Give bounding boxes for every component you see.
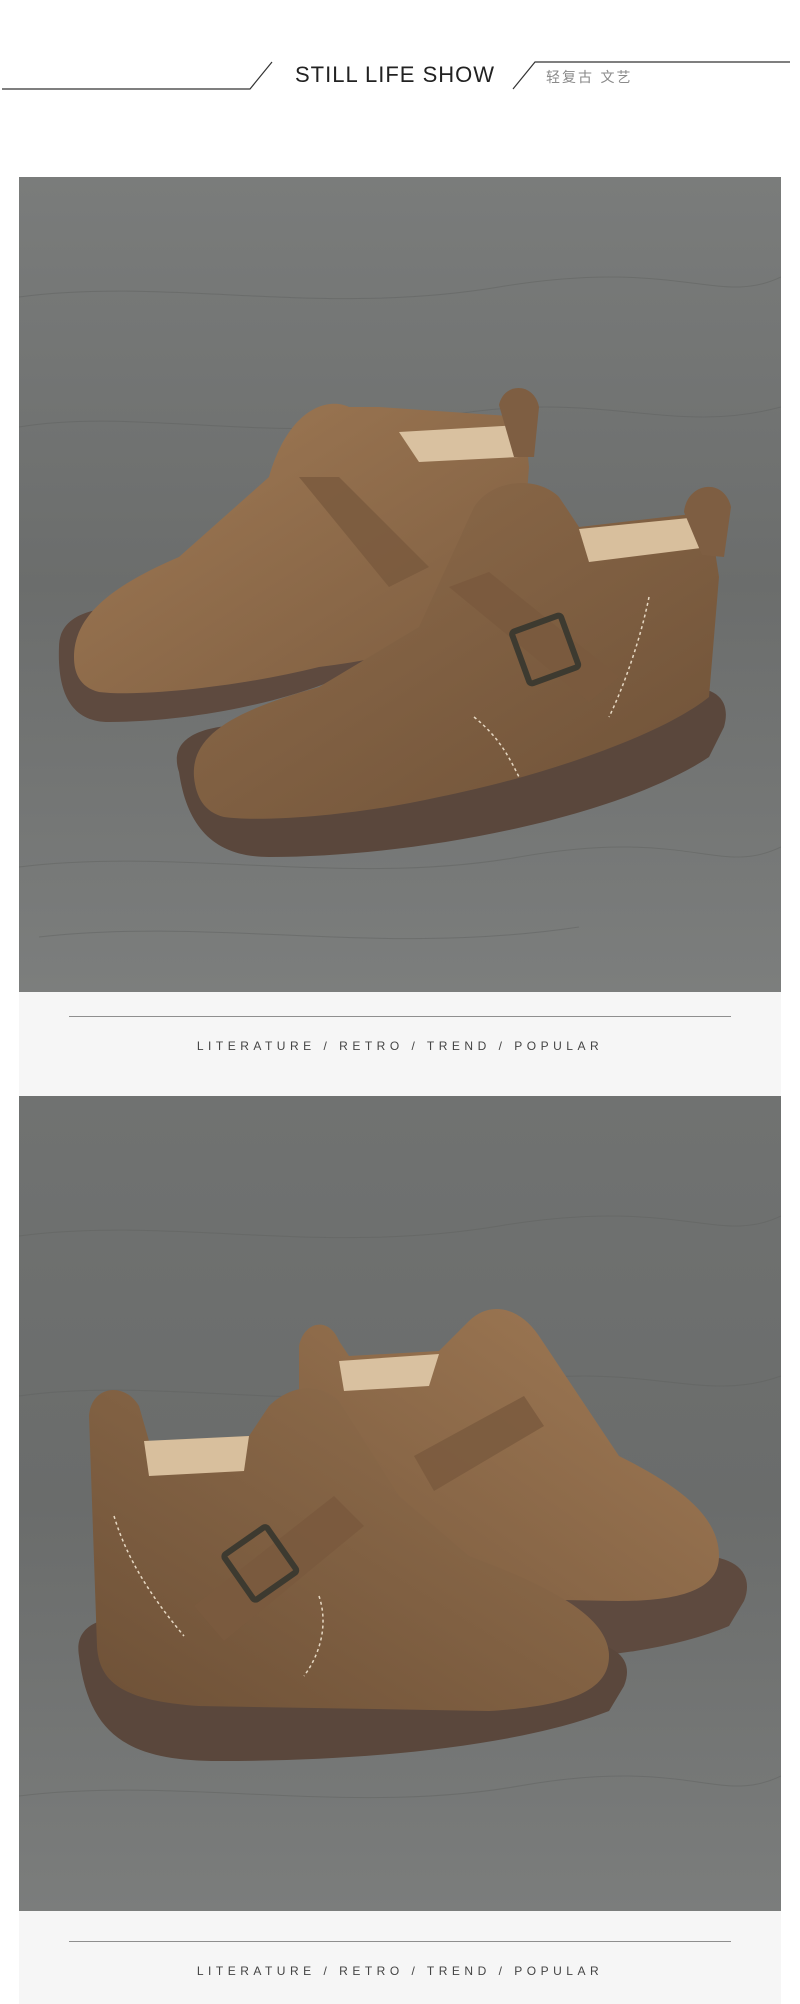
caption-band-1: LITERATURE / RETRO / TREND / POPULAR bbox=[19, 992, 781, 1096]
product-photo-1 bbox=[19, 177, 781, 992]
section-title: STILL LIFE SHOW bbox=[295, 62, 496, 87]
caption-divider bbox=[69, 1016, 731, 1017]
caption-divider bbox=[69, 1941, 731, 1942]
caption-tagline: LITERATURE / RETRO / TREND / POPULAR bbox=[196, 1039, 604, 1053]
caption-tagline: LITERATURE / RETRO / TREND / POPULAR bbox=[196, 1964, 604, 1978]
product-photo-2 bbox=[19, 1096, 781, 1911]
section-subtitle: 轻复古 文艺 bbox=[546, 70, 633, 86]
section-header: STILL LIFE SHOW 轻复古 文艺 bbox=[0, 0, 800, 175]
caption-band-2: LITERATURE / RETRO / TREND / POPULAR bbox=[19, 1911, 781, 2004]
